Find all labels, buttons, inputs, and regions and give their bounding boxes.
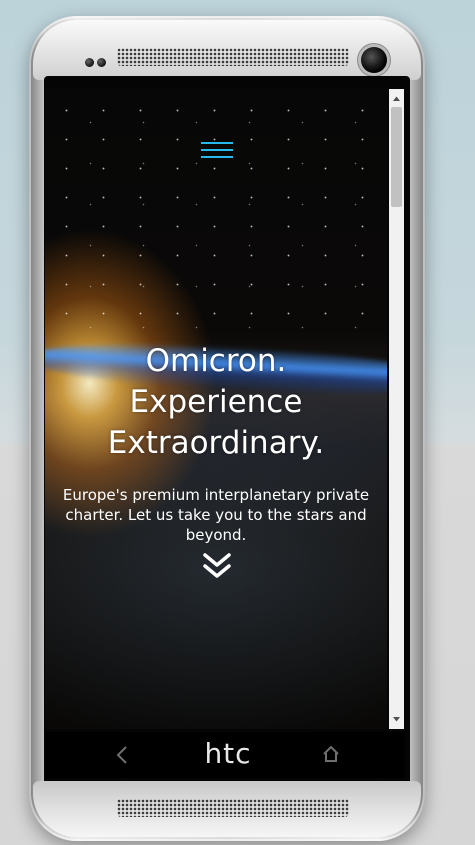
menu-line: [201, 149, 233, 151]
scrollbar-thumb[interactable]: [391, 107, 402, 207]
scroll-down-arrow-icon[interactable]: [389, 712, 404, 727]
front-camera-icon: [361, 47, 387, 73]
home-icon[interactable]: [322, 745, 340, 763]
brand-logo: htc: [204, 737, 252, 770]
menu-line: [201, 142, 233, 144]
scroll-up-arrow-icon[interactable]: [389, 91, 404, 106]
hamburger-menu-icon[interactable]: [201, 139, 233, 161]
top-speaker-grille: [117, 48, 349, 66]
hero-title-line: Experience: [129, 384, 303, 420]
hero-subtitle: Europe's premium interplanetary private …: [62, 486, 370, 544]
proximity-sensor: [85, 58, 94, 67]
phone-bottom-bezel: [33, 781, 421, 837]
double-chevron-down-icon[interactable]: [202, 552, 232, 580]
hero-title: Omicron. Experience Extraordinary.: [55, 341, 377, 464]
starfield: [45, 89, 387, 339]
phone-top-bezel: [33, 20, 421, 80]
hero-section: Omicron. Experience Extraordinary. Europ…: [45, 89, 387, 729]
light-sensor: [97, 58, 106, 67]
hero-title-line: Extraordinary.: [107, 425, 325, 461]
back-icon[interactable]: [115, 744, 129, 766]
hero-title-line: Omicron.: [145, 343, 287, 379]
bottom-speaker-grille: [117, 799, 349, 817]
menu-line: [201, 156, 233, 158]
phone-navigation-bar: htc: [45, 732, 405, 778]
vertical-scrollbar[interactable]: [389, 89, 404, 729]
mockup-stage: Omicron. Experience Extraordinary. Europ…: [0, 0, 475, 845]
